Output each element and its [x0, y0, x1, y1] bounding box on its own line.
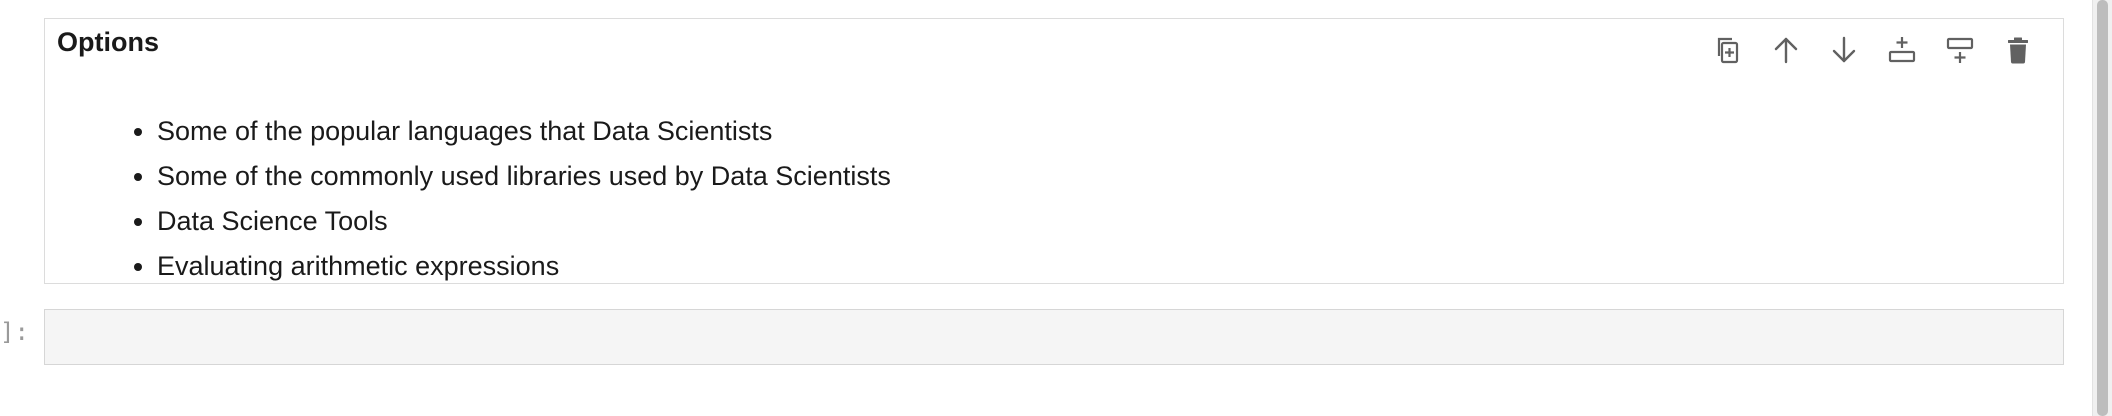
vertical-scrollbar[interactable] — [2092, 0, 2112, 416]
code-cell-input[interactable] — [44, 309, 2064, 365]
scrollbar-thumb[interactable] — [2097, 0, 2108, 416]
copy-icon — [1712, 34, 1744, 66]
move-cell-down-button[interactable] — [1821, 29, 1867, 71]
bullet-list: Some of the popular languages that Data … — [45, 109, 891, 289]
list-item: Data Science Tools — [157, 199, 891, 244]
insert-below-icon — [1944, 34, 1976, 66]
arrow-down-icon — [1828, 34, 1860, 66]
trash-icon — [2002, 34, 2034, 66]
code-cell-prompt: ]: — [0, 318, 29, 346]
notebook-page: Options • Some of the popular languages … — [0, 0, 2112, 416]
move-cell-up-button[interactable] — [1763, 29, 1809, 71]
insert-cell-above-button[interactable] — [1879, 29, 1925, 71]
list-item: Evaluating arithmetic expressions — [157, 244, 891, 289]
cell-toolbar — [1705, 29, 2041, 71]
delete-cell-button[interactable] — [1995, 29, 2041, 71]
insert-above-icon — [1886, 34, 1918, 66]
markdown-cell[interactable]: Options • Some of the popular languages … — [44, 18, 2064, 284]
insert-cell-below-button[interactable] — [1937, 29, 1983, 71]
list-item: Some of the commonly used libraries used… — [157, 154, 891, 199]
cell-heading: Options — [57, 27, 159, 57]
list-item: Some of the popular languages that Data … — [157, 109, 891, 154]
duplicate-cell-button[interactable] — [1705, 29, 1751, 71]
arrow-up-icon — [1770, 34, 1802, 66]
